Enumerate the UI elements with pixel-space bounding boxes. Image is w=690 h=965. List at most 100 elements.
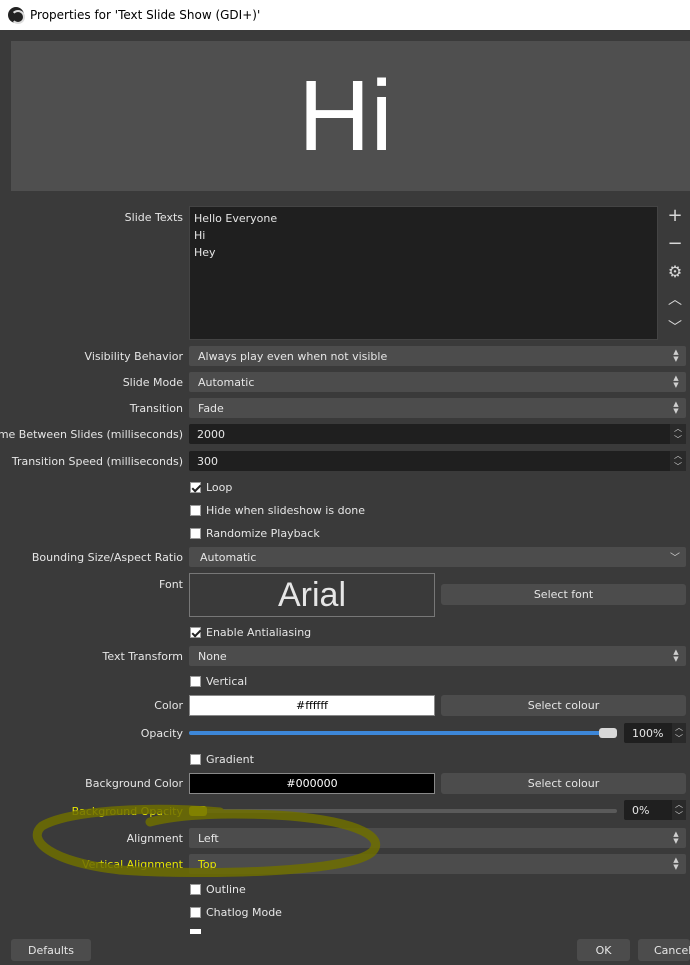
randomize-checkbox[interactable]: Randomize Playback — [190, 527, 320, 540]
background-opacity-value: 0% — [632, 803, 650, 817]
checkbox-box[interactable] — [190, 627, 201, 638]
chatlog-checkbox[interactable]: Chatlog Mode — [190, 906, 282, 919]
text-transform-select[interactable]: None ▲ ▼ — [189, 646, 686, 666]
chevron-down-icon[interactable]: ﹀ — [664, 317, 686, 339]
chevron-up-icon[interactable]: ︿ — [664, 289, 686, 311]
transition-speed-label: Transition Speed (milliseconds) — [11, 455, 183, 468]
spinner-arrows-icon[interactable]: ︿ ﹀ — [672, 800, 686, 820]
antialiasing-checkbox[interactable]: Enable Antialiasing — [190, 626, 311, 639]
outline-checkbox[interactable]: Outline — [190, 883, 246, 896]
chatlog-label: Chatlog Mode — [206, 906, 282, 919]
remove-icon[interactable]: − — [664, 233, 686, 255]
hide-when-done-label: Hide when slideshow is done — [206, 504, 366, 517]
checkbox-box[interactable] — [190, 505, 201, 516]
slide-mode-value: Automatic — [198, 375, 255, 389]
bounding-select[interactable]: Automatic ﹀ — [189, 547, 686, 567]
checkbox-box[interactable] — [190, 528, 201, 539]
vertical-label: Vertical — [206, 675, 248, 688]
background-opacity-label: Background Opacity — [71, 805, 183, 818]
outline-label: Outline — [206, 883, 246, 896]
spinner-arrows-icon[interactable]: ︿ ﹀ — [672, 723, 686, 743]
time-between-value: 2000 — [197, 427, 225, 441]
ok-button[interactable]: OK — [577, 939, 630, 961]
select-font-button[interactable]: Select font — [441, 584, 686, 605]
hide-when-done-checkbox[interactable]: Hide when slideshow is done — [190, 504, 365, 517]
alignment-select[interactable]: Left ▲ ▼ — [189, 828, 686, 848]
updown-arrows-icon: ▲ ▼ — [673, 648, 679, 663]
checkbox-box[interactable] — [190, 907, 201, 918]
color-label: Color — [154, 699, 183, 712]
checkbox-box[interactable] — [190, 929, 201, 934]
background-color-swatch: #000000 — [189, 773, 435, 794]
opacity-input[interactable]: 100% ︿ ﹀ — [624, 723, 686, 743]
color-swatch: #ffffff — [189, 695, 435, 716]
window-title: Properties for 'Text Slide Show (GDI+)' — [30, 8, 261, 22]
transition-speed-input[interactable]: 300 ︿ ﹀ — [189, 451, 686, 471]
text-transform-label: Text Transform — [102, 650, 183, 663]
opacity-slider[interactable] — [189, 728, 617, 738]
updown-arrows-icon: ▲ ▼ — [673, 400, 679, 415]
list-item[interactable]: Hi — [194, 227, 653, 244]
slide-texts-list[interactable]: Hello Everyone Hi Hey — [189, 206, 658, 340]
alignment-value: Left — [198, 831, 219, 845]
visibility-behavior-label: Visibility Behavior — [84, 350, 183, 363]
gradient-label: Gradient — [206, 753, 254, 766]
add-icon[interactable]: + — [664, 205, 686, 227]
obs-logo-icon — [8, 7, 25, 24]
opacity-slider-fill — [189, 731, 608, 735]
vertical-alignment-label: Vertical Alignment — [81, 858, 183, 871]
background-opacity-input[interactable]: 0% ︿ ﹀ — [624, 800, 686, 820]
opacity-label: Opacity — [140, 727, 183, 740]
opacity-slider-handle[interactable] — [599, 728, 617, 738]
gradient-checkbox[interactable]: Gradient — [190, 753, 254, 766]
select-background-colour-button[interactable]: Select colour — [441, 773, 686, 794]
time-between-input[interactable]: 2000 ︿ ﹀ — [189, 424, 686, 444]
chevron-down-icon: ﹀ — [670, 553, 680, 564]
transition-speed-value: 300 — [197, 454, 218, 468]
gear-icon[interactable]: ⚙ — [664, 261, 686, 283]
spinner-arrows-icon[interactable]: ︿ ﹀ — [670, 451, 686, 471]
updown-arrows-icon: ▲ ▼ — [673, 856, 679, 871]
source-preview: Hi — [11, 41, 690, 191]
opacity-value: 100% — [632, 726, 664, 740]
slide-texts-label: Slide Texts — [124, 211, 183, 224]
time-between-label: Time Between Slides (milliseconds) — [0, 428, 183, 441]
slide-mode-select[interactable]: Automatic ▲ ▼ — [189, 372, 686, 392]
loop-label: Loop — [206, 481, 233, 494]
list-item[interactable]: Hey — [194, 244, 653, 261]
cancel-button[interactable]: Cancel — [638, 939, 690, 961]
vertical-alignment-select[interactable]: Top ▲ ▼ — [189, 854, 686, 874]
select-colour-button[interactable]: Select colour — [441, 695, 686, 716]
background-opacity-slider-handle[interactable] — [189, 806, 207, 816]
transition-label: Transition — [129, 402, 183, 415]
updown-arrows-icon: ▲ ▼ — [673, 348, 679, 363]
alignment-label: Alignment — [126, 832, 183, 845]
checkbox-box[interactable] — [190, 884, 201, 895]
font-preview: Arial — [189, 573, 435, 617]
loop-checkbox[interactable]: Loop — [190, 481, 232, 494]
transition-select[interactable]: Fade ▲ ▼ — [189, 398, 686, 418]
text-transform-value: None — [198, 649, 227, 663]
checkbox-box[interactable] — [190, 676, 201, 687]
vertical-alignment-value: Top — [198, 857, 217, 871]
background-color-label: Background Color — [85, 777, 183, 790]
background-opacity-slider[interactable] — [189, 806, 617, 816]
transition-value: Fade — [198, 401, 224, 415]
checkbox-box[interactable] — [190, 754, 201, 765]
antialiasing-label: Enable Antialiasing — [206, 626, 312, 639]
visibility-behavior-value: Always play even when not visible — [198, 349, 388, 363]
updown-arrows-icon: ▲ ▼ — [673, 830, 679, 845]
vertical-checkbox[interactable]: Vertical — [190, 675, 247, 688]
preview-text: Hi — [298, 60, 393, 172]
bounding-value: Automatic — [200, 550, 257, 564]
randomize-label: Randomize Playback — [206, 527, 320, 540]
updown-arrows-icon: ▲ ▼ — [673, 374, 679, 389]
slide-mode-label: Slide Mode — [122, 376, 183, 389]
checkbox-box[interactable] — [190, 482, 201, 493]
font-label: Font — [159, 578, 183, 591]
defaults-button[interactable]: Defaults — [11, 939, 91, 961]
spinner-arrows-icon[interactable]: ︿ ﹀ — [670, 424, 686, 444]
visibility-behavior-select[interactable]: Always play even when not visible ▲ ▼ — [189, 346, 686, 366]
title-bar: Properties for 'Text Slide Show (GDI+)' — [0, 0, 690, 30]
list-item[interactable]: Hello Everyone — [194, 210, 653, 227]
